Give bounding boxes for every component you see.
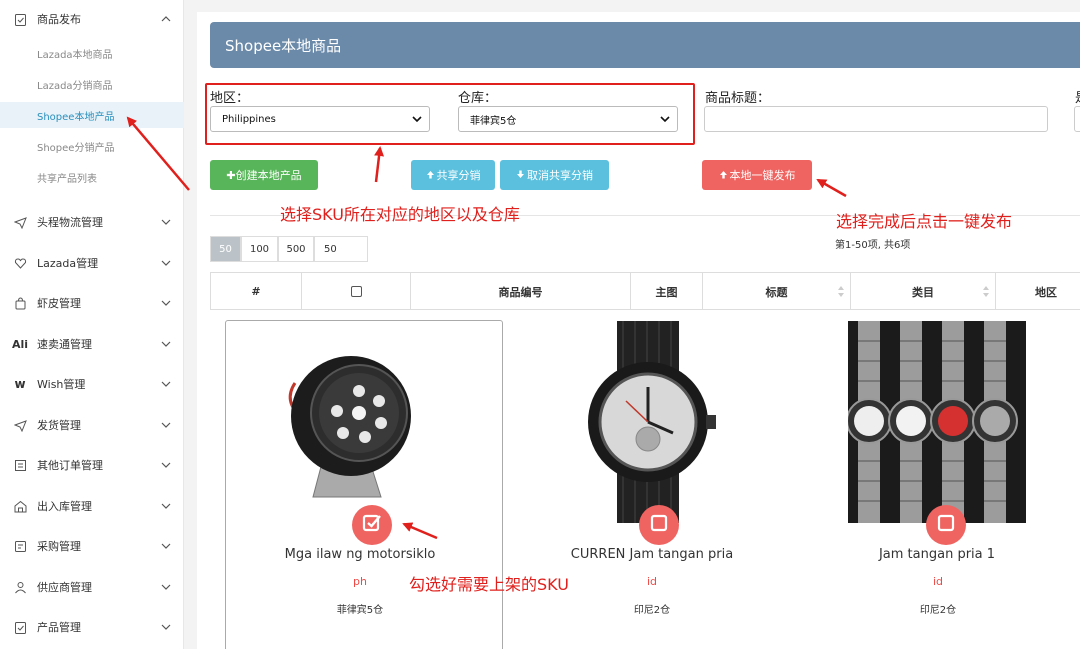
arrow-to-region-filter bbox=[374, 146, 385, 183]
annotation-arrows bbox=[126, 116, 847, 540]
arrow-to-shopee-menu bbox=[126, 116, 190, 191]
arrow-to-checkbox bbox=[402, 522, 438, 540]
arrow-to-publish-button bbox=[816, 178, 847, 198]
